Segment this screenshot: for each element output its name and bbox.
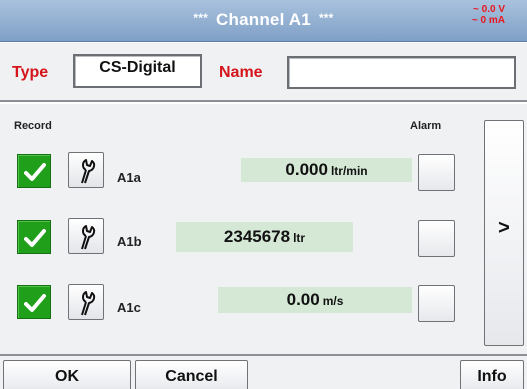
channel-name-a1c: A1c [117, 300, 141, 315]
wrench-icon [81, 225, 96, 250]
record-checkbox-a1c[interactable] [17, 285, 51, 319]
wrench-button-a1c[interactable] [68, 284, 104, 320]
type-label: Type [12, 64, 49, 81]
name-label: Name [219, 64, 263, 81]
value-a1b: 2345678 [223, 227, 291, 246]
record-header: Record [14, 120, 52, 132]
title-stars-right: *** [318, 11, 334, 25]
value-a1a: 0.000 [285, 160, 328, 179]
type-name-row: Type CS-Digital Name [0, 43, 527, 102]
wrench-button-a1a[interactable] [68, 152, 104, 188]
checkmark-icon [24, 294, 46, 312]
unit-a1c: m/s [322, 294, 344, 308]
chevron-right-icon: > [498, 217, 510, 239]
value-a1c: 0.00 [286, 290, 320, 309]
value-display-a1b: 2345678 ltr [176, 222, 353, 252]
channel-title: Channel A1 [216, 10, 311, 29]
cancel-button[interactable]: Cancel [135, 360, 248, 389]
title-bar: *** Channel A1 *** ~ 0.0 V ~ 0 mA [0, 0, 527, 42]
unit-a1a: ltr/min [330, 164, 368, 178]
ok-button[interactable]: OK [3, 360, 131, 389]
alarm-button-a1c[interactable] [418, 285, 455, 322]
channel-name-a1a: A1a [117, 170, 141, 185]
wrench-icon [81, 159, 96, 184]
type-value: CS-Digital [99, 59, 176, 76]
alarm-button-a1a[interactable] [418, 154, 455, 191]
wrench-button-a1b[interactable] [68, 218, 104, 254]
signal-status: ~ 0.0 V ~ 0 mA [445, 4, 505, 26]
name-field[interactable] [287, 56, 516, 89]
wrench-icon [81, 291, 96, 316]
footer-bar: OK Cancel Info [0, 354, 527, 389]
checkmark-icon [24, 163, 46, 181]
channel-name-a1b: A1b [117, 234, 142, 249]
status-voltage: ~ 0.0 V [473, 4, 505, 15]
record-checkbox-a1b[interactable] [17, 220, 51, 254]
alarm-button-a1b[interactable] [418, 220, 455, 257]
status-current: ~ 0 mA [471, 15, 505, 26]
title-stars-left: *** [193, 11, 209, 25]
value-display-a1a: 0.000 ltr/min [241, 158, 412, 182]
channel-list-panel: Record Alarm A1a 0.000 ltr/min A1b 234567… [0, 104, 527, 354]
record-checkbox-a1a[interactable] [17, 154, 51, 188]
alarm-header: Alarm [410, 120, 442, 132]
value-display-a1c: 0.00 m/s [218, 287, 412, 313]
next-page-button[interactable]: > [484, 120, 524, 346]
unit-a1b: ltr [293, 231, 306, 245]
info-button[interactable]: Info [460, 360, 524, 389]
type-field[interactable]: CS-Digital [73, 54, 202, 88]
checkmark-icon [24, 229, 46, 247]
